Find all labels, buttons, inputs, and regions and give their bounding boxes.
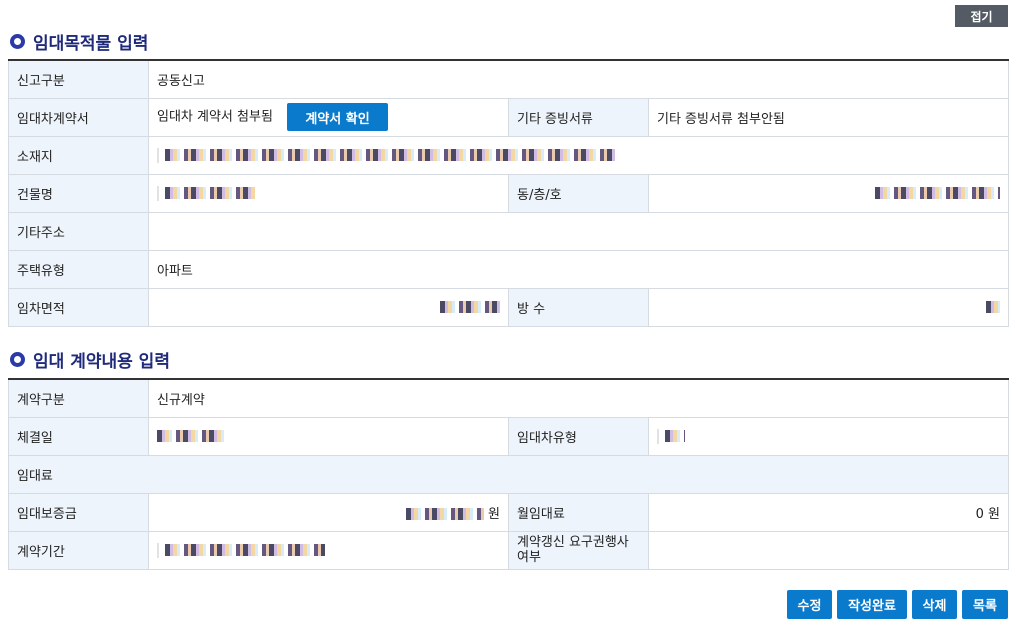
renewal-label-line2: 여부: [517, 550, 541, 565]
table-row: 계약구분 신규계약: [8, 379, 1010, 418]
renewal-right-value: [647, 530, 1010, 570]
renewal-label-line1: 계약갱신 요구권행사: [517, 535, 629, 550]
section-title-text: 임대목적물 입력: [33, 34, 149, 54]
table-row: 체결일 임대차유형: [8, 416, 1010, 456]
table-row: 임차면적 방 수: [8, 287, 1010, 327]
other-docs-value: 기타 증빙서류 첨부안됨: [647, 97, 1010, 137]
lease-area-value: [148, 287, 509, 327]
contract-period-value: [148, 530, 509, 570]
monthly-rent-value: 0 원: [647, 492, 1010, 532]
report-type-value: 공동신고: [147, 60, 1010, 99]
contract-table: 계약구분 신규계약 체결일 임대차유형 임대료 임대보증금 원 월임대료 0 원…: [7, 378, 1010, 570]
action-bar: 수정 작성완료 삭제 목록: [787, 590, 1008, 619]
redacted-lease-type: [665, 430, 685, 442]
circle-bullet-icon: [10, 352, 25, 367]
lease-object-table: 신고구분 공동신고 임대차계약서 임대차 계약서 첨부됨 계약서 확인 기타 증…: [8, 59, 1010, 327]
rooms-value: [647, 287, 1010, 327]
lease-type-value: [647, 416, 1010, 456]
table-row: 임대료: [7, 454, 1010, 494]
other-address-value: [147, 211, 1010, 251]
signed-date-label: 체결일: [8, 416, 149, 456]
deposit-value: 원: [148, 492, 509, 532]
dong-floor-unit-value: [647, 173, 1010, 213]
list-button[interactable]: 목록: [962, 590, 1008, 619]
lease-type-label: 임대차유형: [508, 416, 649, 456]
contract-type-value: 신규계약: [147, 379, 1010, 418]
contract-period-label: 계약기간: [8, 530, 149, 570]
report-type-label: 신고구분: [8, 60, 149, 99]
section-title-lease-object: 임대목적물 입력: [10, 29, 148, 54]
redacted-building: [165, 187, 255, 199]
redacted-dong: [875, 187, 1001, 199]
section-title-contract: 임대 계약내용 입력: [10, 347, 170, 372]
building-value: [148, 173, 509, 213]
table-row: 임대차계약서 임대차 계약서 첨부됨 계약서 확인 기타 증빙서류 기타 증빙서…: [8, 97, 1010, 137]
table-row: 주택유형 아파트: [8, 249, 1010, 289]
dong-floor-unit-label: 동/층/호: [508, 173, 649, 213]
table-row: 임대보증금 원 월임대료 0 원: [8, 492, 1010, 532]
contract-doc-value: 임대차 계약서 첨부됨: [157, 109, 273, 125]
other-address-label: 기타주소: [8, 211, 149, 251]
housing-type-label: 주택유형: [8, 249, 149, 289]
renewal-right-label: 계약갱신 요구권행사 여부: [508, 530, 649, 570]
redacted-deposit: [406, 508, 485, 520]
building-label: 건물명: [8, 173, 149, 213]
contract-doc-label: 임대차계약서: [8, 97, 149, 137]
redacted-period: [165, 544, 325, 556]
rent-label: 임대료: [7, 454, 1010, 494]
lease-area-label: 임차면적: [8, 287, 149, 327]
table-row: 건물명 동/층/호: [8, 173, 1010, 213]
redacted-area: [440, 301, 500, 313]
rooms-label: 방 수: [508, 287, 649, 327]
section-title-text: 임대 계약내용 입력: [33, 352, 170, 372]
lease-type-box: [657, 428, 685, 444]
location-box: [157, 147, 615, 163]
location-value: [147, 135, 1010, 175]
housing-type-value: 아파트: [147, 249, 1010, 289]
edit-button[interactable]: 수정: [787, 590, 832, 619]
contract-type-label: 계약구분: [8, 379, 149, 418]
delete-button[interactable]: 삭제: [912, 590, 957, 619]
table-row: 소재지: [8, 135, 1010, 175]
redacted-location: [165, 149, 615, 161]
table-row: 계약기간 계약갱신 요구권행사 여부: [8, 530, 1010, 570]
contract-doc-cell: 임대차 계약서 첨부됨 계약서 확인: [148, 97, 509, 137]
signed-date-value: [148, 416, 509, 456]
table-row: 신고구분 공동신고: [8, 60, 1010, 99]
other-docs-label: 기타 증빙서류: [508, 97, 649, 137]
redacted-rooms: [986, 301, 1001, 313]
complete-button[interactable]: 작성완료: [837, 590, 907, 619]
deposit-unit: 원: [488, 506, 500, 522]
building-box: [157, 185, 255, 201]
location-label: 소재지: [8, 135, 149, 175]
circle-bullet-icon: [10, 34, 25, 49]
deposit-label: 임대보증금: [8, 492, 149, 532]
period-box: [157, 542, 325, 558]
monthly-rent-label: 월임대료: [508, 492, 649, 532]
redacted-date: [157, 430, 227, 442]
view-contract-button[interactable]: 계약서 확인: [287, 103, 389, 131]
fold-button[interactable]: 접기: [955, 5, 1008, 27]
table-row: 기타주소: [8, 211, 1010, 251]
